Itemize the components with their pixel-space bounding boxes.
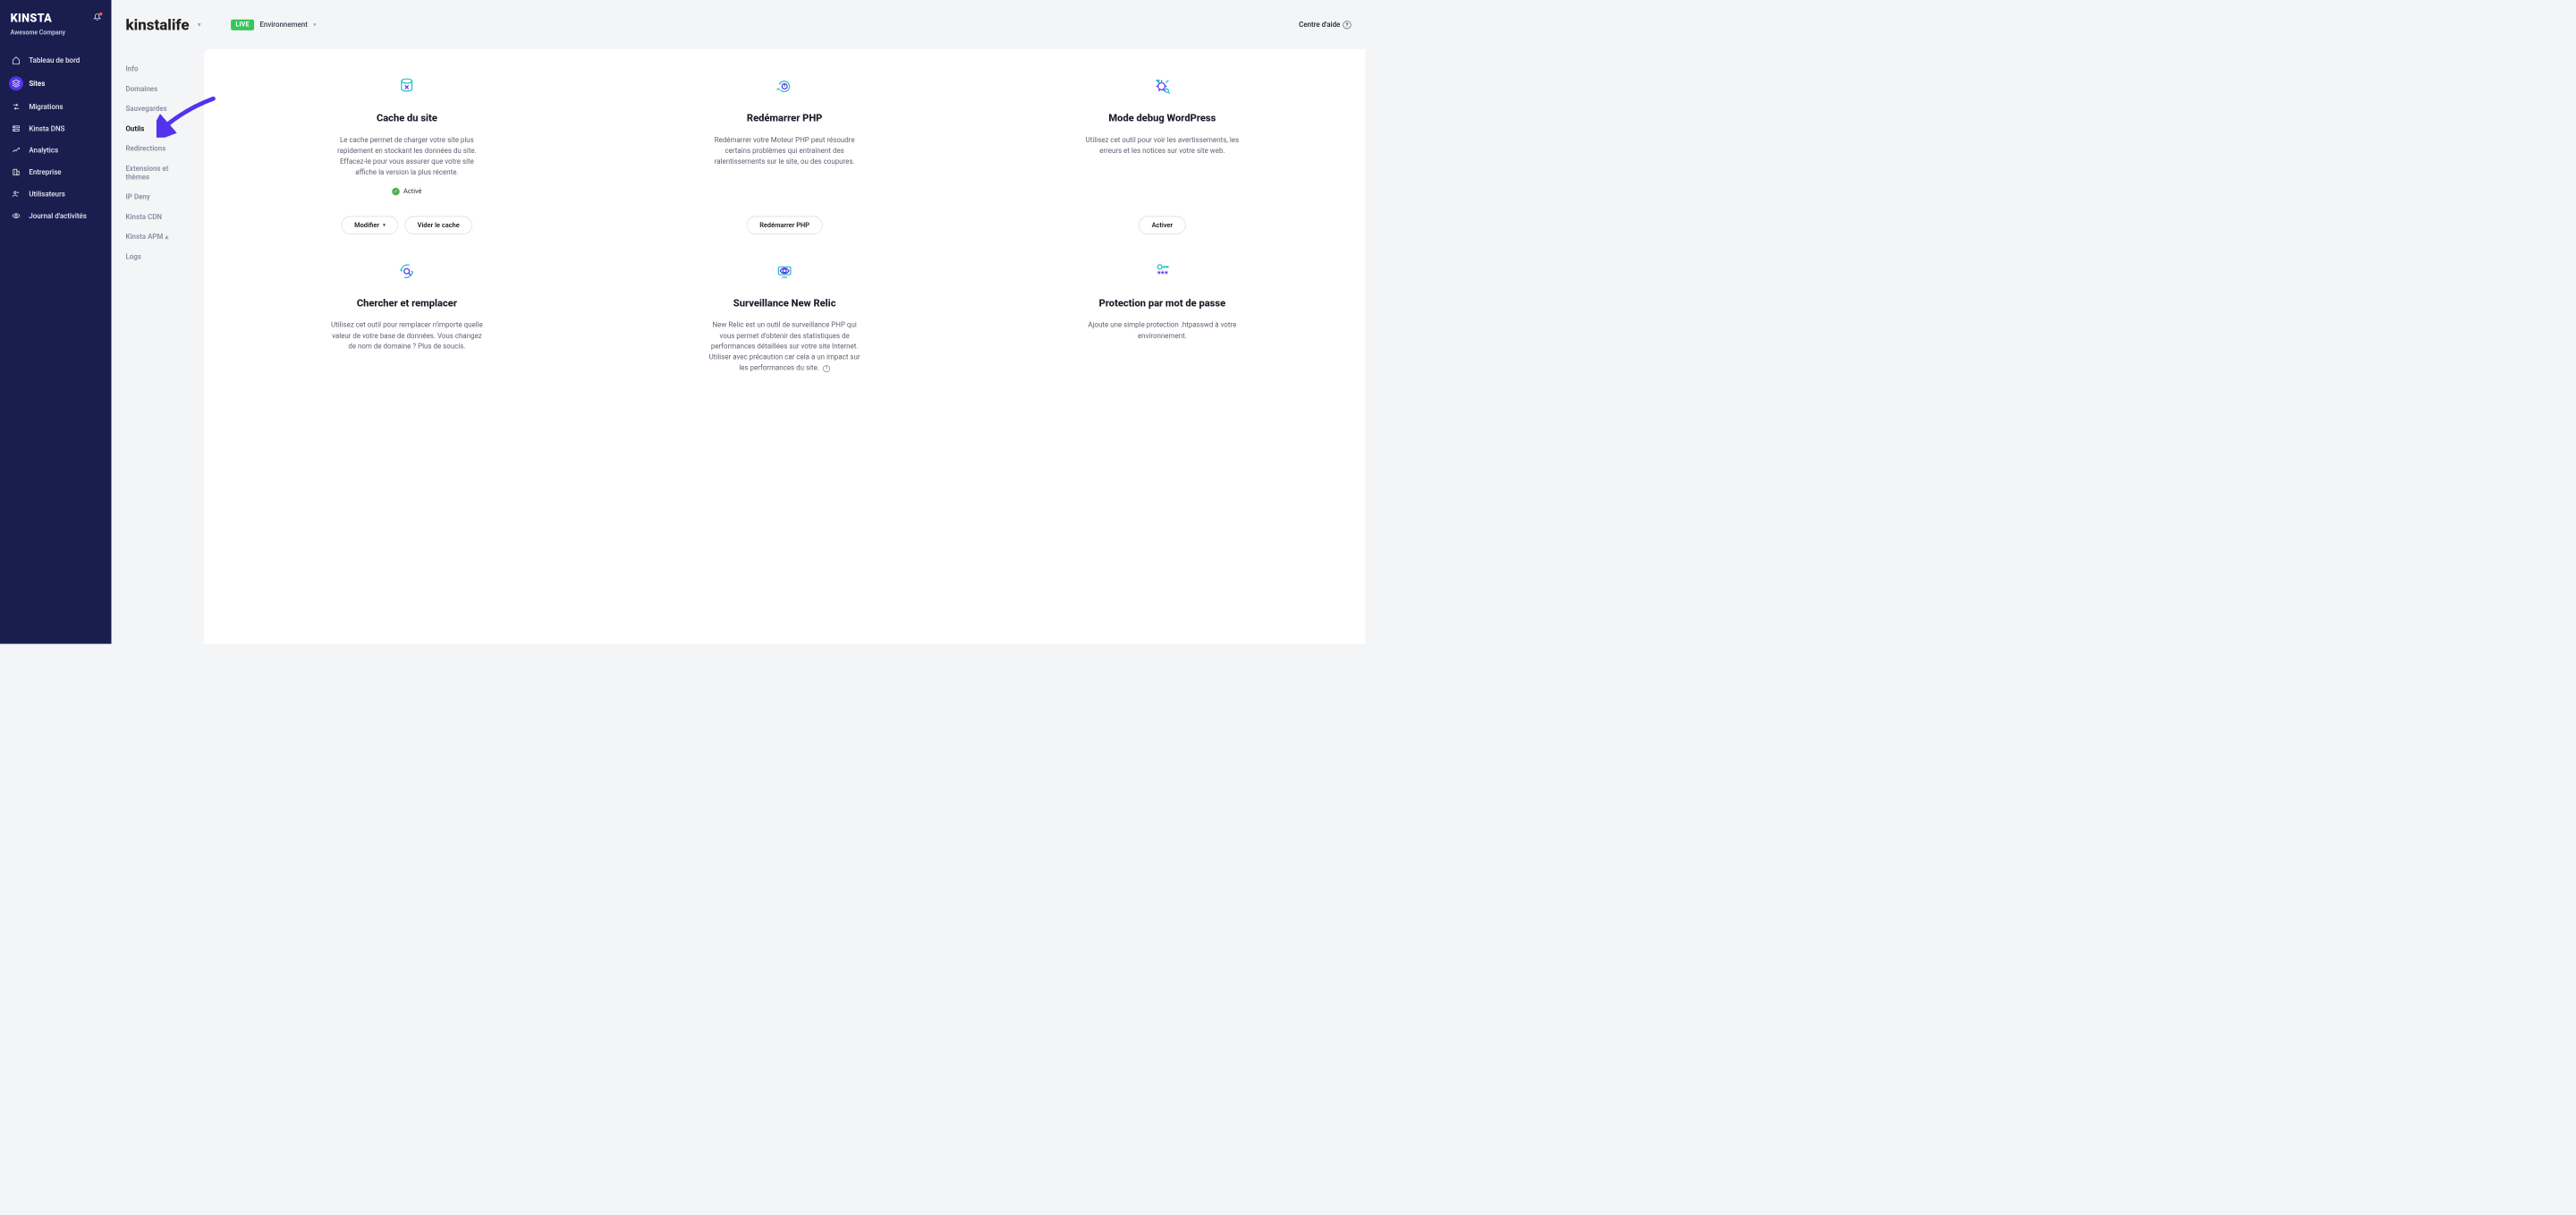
cache-icon xyxy=(396,73,417,100)
layers-icon xyxy=(9,76,23,90)
live-badge: LIVE xyxy=(231,19,254,30)
debug-icon xyxy=(1152,73,1173,100)
nav-company[interactable]: Entreprise xyxy=(0,162,112,183)
desc-text: New Relic est un outil de surveillance P… xyxy=(709,320,860,371)
nav-migrations[interactable]: Migrations xyxy=(0,97,112,117)
tool-desc: New Relic est un outil de surveillance P… xyxy=(707,319,863,373)
brand-logo: KINSTA xyxy=(11,12,52,25)
nav-label: Entreprise xyxy=(29,168,61,177)
tool-title: Protection par mot de passe xyxy=(1099,298,1225,310)
migrate-icon xyxy=(11,101,22,113)
nav-sites[interactable]: Sites xyxy=(0,72,112,95)
tool-desc: Utilisez cet outil pour remplacer n'impo… xyxy=(328,319,485,352)
cache-status: ✓ Activé xyxy=(392,188,421,195)
tool-title: Mode debug WordPress xyxy=(1108,113,1216,124)
subnav-logs[interactable]: Logs xyxy=(112,247,204,267)
page-header: kinstalife ▾ LIVE Environnement ▾ Centre… xyxy=(112,0,1366,49)
tool-title: Chercher et remplacer xyxy=(357,298,457,310)
nav-label: Journal d'activités xyxy=(29,211,87,220)
subnav-apm-label: Kinsta APM xyxy=(125,233,163,242)
tools-panel: Cache du site Le cache permet de charger… xyxy=(204,49,1365,644)
tool-password: *** Protection par mot de passe Ajoute u… xyxy=(973,258,1351,373)
monitoring-icon xyxy=(774,258,794,285)
tool-desc: Utilisez cet outil pour voir les avertis… xyxy=(1084,135,1241,157)
subnav-apm[interactable]: Kinsta APM ▴ xyxy=(112,226,204,246)
nav-label: Utilisateurs xyxy=(29,190,65,199)
help-label: Centre d'aide xyxy=(1299,21,1340,30)
tool-debug: Mode debug WordPress Utilisez cet outil … xyxy=(973,73,1351,234)
environment-label: Environnement xyxy=(259,21,307,30)
subnav-domains[interactable]: Domaines xyxy=(112,79,204,98)
nav-analytics[interactable]: Analytics xyxy=(0,140,112,160)
company-name[interactable]: Awesome Company xyxy=(0,29,112,50)
main-nav: Tableau de bord Sites Migrations Kinsta … xyxy=(0,50,112,226)
dns-icon xyxy=(11,123,22,134)
password-icon: *** xyxy=(1152,258,1173,285)
brand-text: KINSTA xyxy=(11,12,52,25)
activity-icon xyxy=(11,210,22,222)
annotation-arrow-icon xyxy=(204,95,218,140)
site-name-text: kinstalife xyxy=(125,15,189,33)
help-center-link[interactable]: Centre d'aide ? xyxy=(1299,21,1351,30)
tool-title: Cache du site xyxy=(377,113,437,124)
nav-label: Kinsta DNS xyxy=(29,124,64,133)
subnav-plugins[interactable]: Extensions et thèmes xyxy=(112,158,204,187)
status-label: Activé xyxy=(403,188,421,195)
tool-search-replace: Chercher et remplacer Utilisez cet outil… xyxy=(218,258,596,373)
nav-label: Tableau de bord xyxy=(29,56,80,65)
tool-restart-php: Redémarrer PHP Redémarrer votre Moteur P… xyxy=(596,73,973,234)
restart-php-button[interactable]: Redémarrer PHP xyxy=(747,217,822,234)
home-icon xyxy=(11,55,22,66)
btn-label: Modifier xyxy=(354,222,379,229)
subnav-tools[interactable]: Outils xyxy=(112,119,204,139)
apm-badge-icon: ▴ xyxy=(165,233,168,242)
site-selector[interactable]: kinstalife ▾ xyxy=(125,15,200,33)
tool-title: Redémarrer PHP xyxy=(747,113,822,124)
svg-text:***: *** xyxy=(1157,270,1169,279)
tool-desc: Ajoute une simple protection .htpasswd à… xyxy=(1084,319,1241,341)
nav-dns[interactable]: Kinsta DNS xyxy=(0,118,112,139)
clear-cache-button[interactable]: Vider le cache xyxy=(404,217,472,234)
environment-selector[interactable]: LIVE Environnement ▾ xyxy=(231,19,316,30)
subnav-redirects[interactable]: Redirections xyxy=(112,139,204,158)
tool-cache: Cache du site Le cache permet de charger… xyxy=(218,73,596,234)
nav-users[interactable]: Utilisateurs xyxy=(0,183,112,204)
nav-activity[interactable]: Journal d'activités xyxy=(0,205,112,225)
chevron-down-icon: ▾ xyxy=(383,223,385,227)
restart-icon xyxy=(774,73,794,100)
notifications-bell-icon[interactable] xyxy=(93,13,100,23)
help-icon: ? xyxy=(1343,21,1351,29)
tool-newrelic: Surveillance New Relic New Relic est un … xyxy=(596,258,973,373)
subnav-info[interactable]: Info xyxy=(112,59,204,79)
search-replace-icon xyxy=(396,258,417,285)
site-subnav: Info Domaines Sauvegardes Outils Redirec… xyxy=(112,49,204,276)
users-icon xyxy=(11,188,22,200)
nav-label: Analytics xyxy=(29,146,58,155)
tool-desc: Le cache permet de charger votre site pl… xyxy=(328,135,485,178)
subnav-backups[interactable]: Sauvegardes xyxy=(112,98,204,118)
tool-desc: Redémarrer votre Moteur PHP peut résoudr… xyxy=(707,135,863,167)
modify-cache-button[interactable]: Modifier ▾ xyxy=(342,217,398,234)
nav-label: Migrations xyxy=(29,102,63,111)
nav-dashboard[interactable]: Tableau de bord xyxy=(0,50,112,71)
tool-title: Surveillance New Relic xyxy=(733,298,836,310)
nav-label: Sites xyxy=(29,80,45,89)
info-icon[interactable]: ? xyxy=(823,365,830,372)
subnav-cdn[interactable]: Kinsta CDN xyxy=(112,207,204,226)
main-sidebar: KINSTA Awesome Company Tableau de bord S… xyxy=(0,0,112,644)
chevron-down-icon: ▾ xyxy=(198,21,200,28)
enable-debug-button[interactable]: Activer xyxy=(1139,217,1185,234)
chevron-down-icon: ▾ xyxy=(313,21,316,28)
analytics-icon xyxy=(11,145,22,157)
company-icon xyxy=(11,166,22,178)
check-icon: ✓ xyxy=(392,188,399,195)
subnav-ipdeny[interactable]: IP Deny xyxy=(112,187,204,207)
